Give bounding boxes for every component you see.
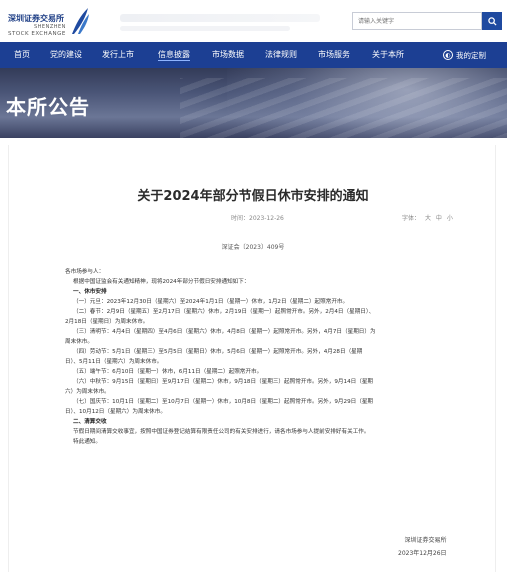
font-size-label: 字体：	[402, 215, 421, 222]
section-heading: 一、休市安排	[73, 289, 107, 295]
site-logo[interactable]: 深圳证券交易所 SHENZHEN STOCK EXCHANGE	[4, 4, 114, 38]
logo-mark-icon	[72, 8, 89, 34]
nav-item-listing[interactable]: 发行上市	[102, 42, 134, 68]
paragraph-line: 节假日期间清算交收事宜，按照中国证券登记结算有限责任公司的有关安排进行，请各市场…	[73, 429, 370, 435]
article-signature: 深圳证券交易所 2023年12月26日	[398, 534, 447, 560]
search-icon	[487, 16, 497, 26]
nav-item-market-services[interactable]: 市场服务	[318, 42, 350, 68]
paragraph-line: 周末休市。	[65, 339, 93, 345]
paragraph-line: 特此通知。	[73, 439, 101, 445]
site-header: 深圳证券交易所 SHENZHEN STOCK EXCHANGE	[0, 0, 507, 42]
logo-english-line2: STOCK EXCHANGE	[8, 31, 66, 37]
paragraph-line: 日）、5月11日（星期六）为周末休市。	[65, 359, 163, 365]
nav-item-disclosure[interactable]: 信息披露	[158, 42, 190, 68]
signature-date: 2023年12月26日	[398, 550, 447, 557]
paragraph-line: （一）元旦：2023年12月30日（星期六）至2024年1月1日（星期一）休市，…	[73, 299, 349, 305]
font-size-medium-button[interactable]: 中	[436, 215, 442, 222]
logo-chinese-name: 深圳证券交易所	[8, 14, 64, 23]
document-number: 深证会〔2023〕409号	[221, 244, 285, 251]
header-blurred-banner-secondary	[120, 26, 290, 31]
article-title: 关于2024年部分节假日休市安排的通知	[137, 189, 369, 204]
article-time: 时间：2023-12-26	[231, 215, 284, 222]
banner-stripes-decoration	[180, 78, 507, 138]
nav-item-about[interactable]: 关于本所	[372, 42, 404, 68]
paragraph-line: （二）春节：2月9日（星期五）至2月17日（星期六）休市，2月19日（星期一）起…	[73, 309, 375, 315]
article-body: 各市场参与人： 根据中国证监会有关通知精神，现将2024年部分节假日安排通知如下：…	[65, 267, 485, 447]
signature-organization: 深圳证券交易所	[404, 537, 447, 544]
nav-item-home[interactable]: 首页	[14, 42, 30, 68]
main-navbar: 首页 党的建设 发行上市 信息披露 市场数据 法律规则 市场服务 关于本所 ◐ …	[0, 42, 507, 68]
nav-item-rules[interactable]: 法律规则	[265, 42, 297, 68]
font-size-control: 字体： 大 中 小	[399, 213, 453, 222]
paragraph-line: （三）清明节：4月4日（星期四）至4月6日（星期六）休市，4月8日（星期一）起照…	[73, 329, 376, 335]
nav-item-party-building[interactable]: 党的建设	[50, 42, 82, 68]
search-input[interactable]	[352, 12, 482, 30]
paragraph-line: 2月18日（星期日）为周末休市。	[65, 319, 149, 325]
nav-item-market-data[interactable]: 市场数据	[212, 42, 244, 68]
my-customization-link[interactable]: ◐ 我的定制	[443, 42, 486, 68]
article-container: 关于2024年部分节假日休市安排的通知 时间：2023-12-26 字体： 大 …	[8, 145, 496, 572]
paragraph-line: （五）端午节：6月10日（星期一）休市，6月11日（星期二）起照常开市。	[73, 369, 263, 375]
compass-icon: ◐	[443, 50, 453, 60]
header-blurred-banner	[120, 14, 320, 22]
page-title: 本所公告	[6, 95, 90, 119]
font-size-small-button[interactable]: 小	[447, 215, 453, 222]
paragraph-line: 日）、10月12日（星期六）为周末休市。	[65, 409, 166, 415]
paragraph-line: （七）国庆节：10月1日（星期二）至10月7日（星期一）休市，10月8日（星期二…	[73, 399, 374, 405]
paragraph-line: （六）中秋节：9月15日（星期日）至9月17日（星期二）休市，9月18日（星期三…	[73, 379, 374, 385]
paragraph-line: 六）为周末休市。	[65, 389, 110, 395]
paragraph-line: 根据中国证监会有关通知精神，现将2024年部分节假日安排通知如下：	[73, 279, 250, 285]
my-customization-label: 我的定制	[456, 50, 486, 60]
page-banner: 本所公告	[0, 68, 507, 138]
section-heading: 二、清算交收	[73, 419, 107, 425]
search-button[interactable]	[482, 12, 502, 30]
paragraph-line: 各市场参与人：	[65, 269, 105, 275]
font-size-large-button[interactable]: 大	[425, 215, 431, 222]
paragraph-line: （四）劳动节：5月1日（星期三）至5月5日（星期日）休市，5月6日（星期一）起照…	[73, 349, 363, 355]
logo-english-line1: SHENZHEN	[34, 24, 66, 30]
